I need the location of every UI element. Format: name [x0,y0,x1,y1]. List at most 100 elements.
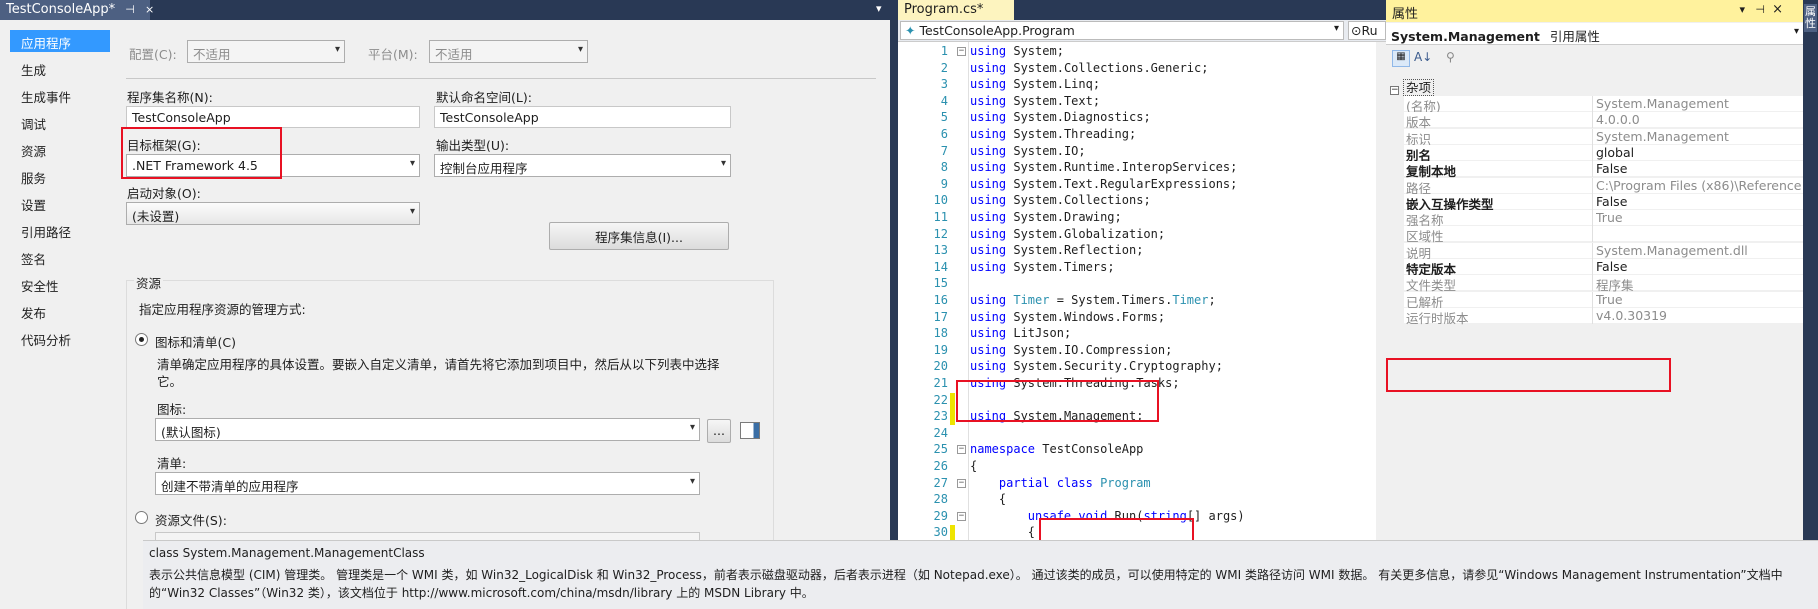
code-line[interactable]: 20 using System.Security.Cryptography; [898,359,1386,375]
property-value: False [1596,259,1628,274]
sidebar-item-application[interactable]: 应用程序 [10,30,110,52]
code-line[interactable]: 29− unsafe void Run(string[] args) [898,509,1386,525]
default-namespace-input[interactable]: TestConsoleApp [434,106,731,128]
property-row[interactable]: 版本 4.0.0.0 [1404,112,1803,130]
chevron-down-icon: ▾ [334,44,340,55]
target-framework-select[interactable]: .NET Framework 4.5 ▾ [126,154,420,177]
sidebar-item-publish[interactable]: 发布 [10,300,110,322]
icon-manifest-radio[interactable] [135,333,148,346]
property-row[interactable]: 强名称 True [1404,210,1803,228]
property-row[interactable]: 说明 System.Management.dll [1404,242,1803,261]
line-number: 20 [933,359,948,374]
dropdown-icon[interactable]: ▾ [1739,3,1745,16]
property-row[interactable]: 运行时版本 v4.0.30319 [1404,307,1803,326]
code-line[interactable]: 16 using Timer = System.Timers.Timer; [898,293,1386,309]
tab-program-cs[interactable]: Program.cs* [898,0,1014,20]
tab-dropdown-icon[interactable]: ▾ [876,2,882,15]
code-text: using System; [970,44,1064,58]
line-number: 24 [933,425,948,440]
column-divider [1592,177,1593,194]
editor-vertical-scrollbar[interactable] [1376,42,1386,609]
code-line[interactable]: 7 using System.IO; [898,144,1386,160]
assembly-info-button[interactable]: 程序集信息(I)... [549,222,729,250]
object-selector[interactable]: System.Management 引用属性 ▾ [1386,23,1803,45]
sidebar-item-reference-paths[interactable]: 引用路径 [10,219,110,241]
close-icon[interactable]: × [145,3,154,16]
code-line[interactable]: 14 using System.Timers; [898,260,1386,276]
property-row[interactable]: 区域性 [1404,226,1803,244]
manifest-select[interactable]: 创建不带清单的应用程序 ▾ [155,472,700,495]
property-pages-icon[interactable]: ⚲ [1446,50,1455,64]
output-type-select[interactable]: 控制台应用程序 ▾ [434,154,731,177]
divider [126,78,876,79]
code-line[interactable]: 2 using System.Collections.Generic; [898,61,1386,77]
pin-icon[interactable]: ⊣ [1755,3,1765,16]
sidebar-item-signing[interactable]: 签名 [10,246,110,268]
property-row[interactable]: (名称) System.Management [1404,96,1803,114]
code-line[interactable]: 9 using System.Text.RegularExpressions; [898,177,1386,193]
collapse-icon[interactable]: − [957,445,966,455]
category-row[interactable]: − 杂项 [1386,76,1803,96]
collapse-icon[interactable]: − [957,47,966,56]
code-line[interactable]: 1− using System; [898,44,1386,60]
code-line[interactable]: 26 { [898,459,1386,475]
property-row[interactable]: 复制本地 False [1404,161,1803,179]
sidebar-item-services[interactable]: 服务 [10,165,110,187]
code-line[interactable]: 28 { [898,492,1386,508]
property-row[interactable]: 特定版本 False [1404,259,1803,277]
sidebar-item-resources[interactable]: 资源 [10,138,110,160]
collapse-icon[interactable]: − [957,511,966,521]
sidebar-item-build[interactable]: 生成 [10,57,110,79]
code-line[interactable]: 11 using System.Drawing; [898,210,1386,226]
code-line[interactable]: 22 [898,392,1386,409]
sidebar-item-settings[interactable]: 设置 [10,192,110,214]
code-line[interactable]: 6 using System.Threading; [898,127,1386,143]
code-line[interactable]: 24 [898,426,1386,442]
property-row[interactable]: 标识 System.Management [1404,128,1803,147]
class-dropdown[interactable]: ✦ TestConsoleApp.Program ▾ [900,21,1344,40]
code-line[interactable]: 10 using System.Collections; [898,193,1386,209]
icon-select[interactable]: (默认图标) ▾ [155,418,700,441]
code-line[interactable]: 25− namespace TestConsoleApp [898,442,1386,458]
code-line[interactable]: 5 using System.Diagnostics; [898,110,1386,126]
sidebar-item-build-events[interactable]: 生成事件 [10,84,110,106]
code-line[interactable]: 19 using System.IO.Compression; [898,343,1386,359]
property-row[interactable]: 别名 global [1404,144,1803,163]
properties-side-tab[interactable]: 属性 [1804,4,1817,32]
close-icon[interactable]: × [1772,2,1783,17]
sidebar-item-debug[interactable]: 调试 [10,111,110,133]
collapse-icon[interactable]: − [1390,86,1399,95]
code-line[interactable]: 13 using System.Reflection; [898,243,1386,259]
browse-icon-button[interactable]: ... [707,419,731,443]
code-line[interactable]: 3 using System.Linq; [898,77,1386,93]
pin-icon[interactable]: ⊣ [125,3,135,16]
property-value: System.Management [1596,128,1729,144]
startup-object-select[interactable]: (未设置) ▾ [126,202,420,225]
member-dropdown[interactable]: ⊙Ru [1348,21,1386,40]
code-line[interactable]: 21 using System.Threading.Tasks; [898,376,1386,392]
assembly-name-input[interactable]: TestConsoleApp [126,106,420,128]
alphabetical-icon[interactable]: A↓ [1414,50,1432,64]
code-line[interactable]: 15 [898,276,1386,292]
line-number: 21 [933,376,948,390]
collapse-icon[interactable]: − [957,478,966,488]
code-line[interactable]: 30 { [898,525,1386,542]
tab-project-properties[interactable]: TestConsoleApp* ⊣ × [0,0,154,20]
code-line[interactable]: 12 using System.Globalization; [898,227,1386,243]
categorized-icon[interactable]: ▦ [1392,50,1410,67]
code-line[interactable]: 23 using System.Management; [898,409,1386,426]
property-row[interactable]: 已解析 True [1404,291,1803,310]
property-value: True [1596,210,1623,226]
code-line[interactable]: 27− partial class Program [898,476,1386,492]
code-line[interactable]: 8 using System.Runtime.InteropServices; [898,160,1386,176]
property-row[interactable]: 文件类型 程序集 [1404,275,1803,293]
code-line[interactable]: 17 using System.Windows.Forms; [898,310,1386,326]
code-line[interactable]: 4 using System.Text; [898,94,1386,110]
sidebar-item-security[interactable]: 安全性 [10,273,110,295]
property-row[interactable]: 路径 C:\Program Files (x86)\Reference As [1404,177,1803,196]
code-editor[interactable]: ✦ TestConsoleApp.Program ▾ ⊙Ru 1− using S… [898,20,1386,609]
property-row[interactable]: 嵌入互操作类型 False [1404,193,1803,212]
code-line[interactable]: 18 using LitJson; [898,326,1386,342]
resource-file-radio[interactable] [135,511,148,524]
sidebar-item-code-analysis[interactable]: 代码分析 [10,327,110,349]
